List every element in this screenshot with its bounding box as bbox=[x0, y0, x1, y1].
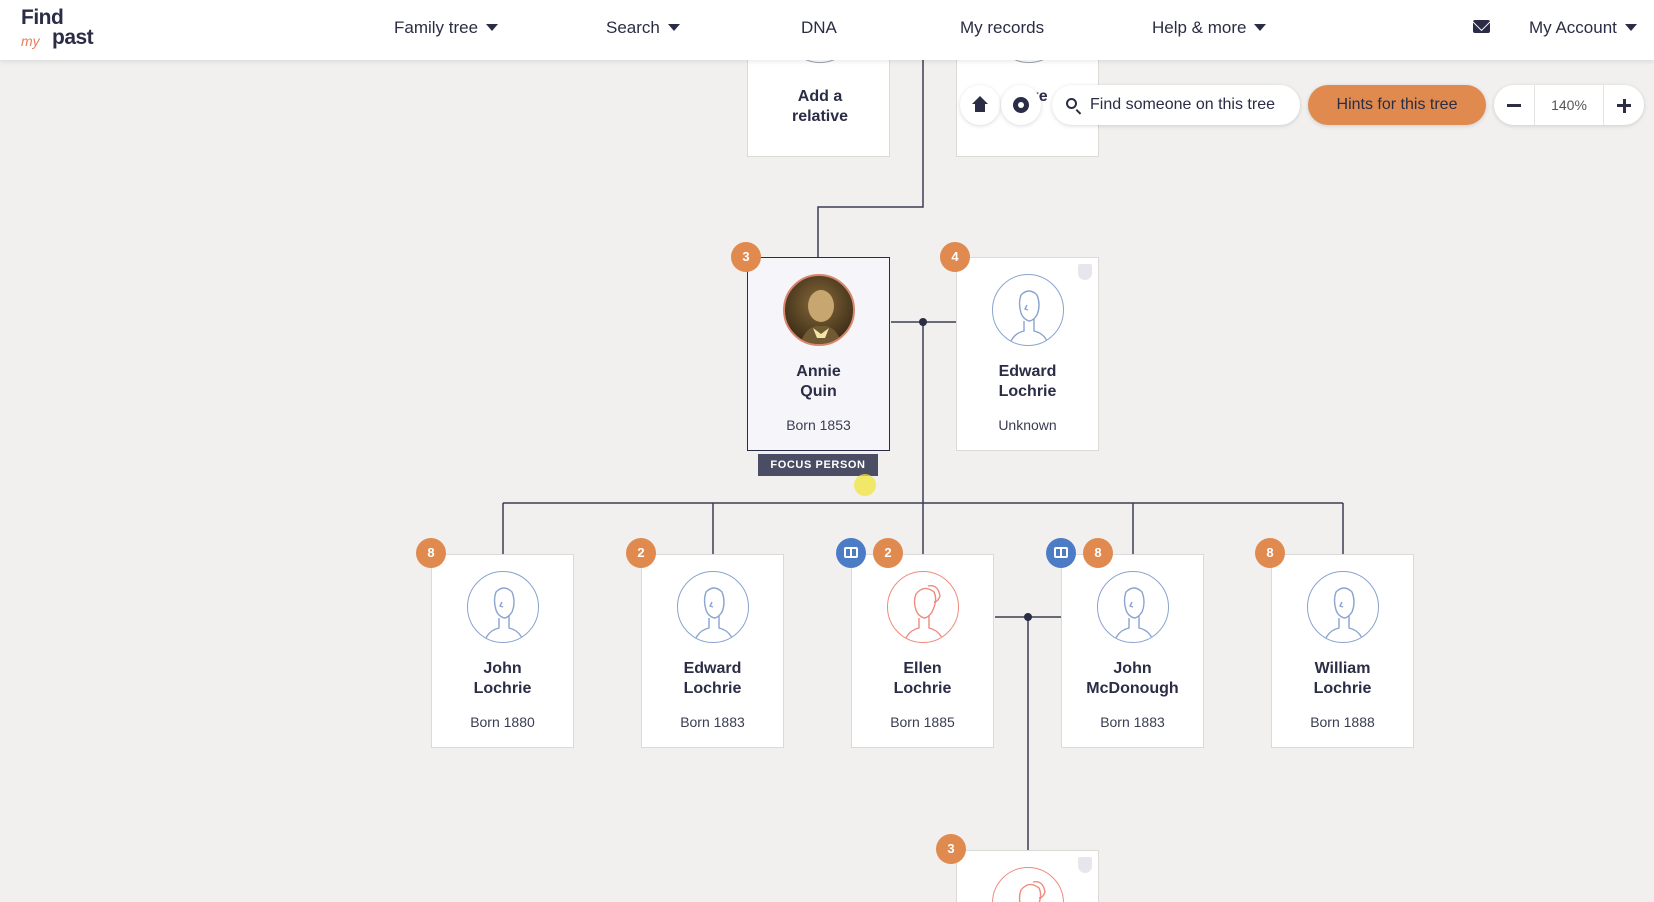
home-icon bbox=[972, 96, 988, 112]
top-navigation-bar: Find my past Family tree Search DNA My r… bbox=[0, 0, 1654, 60]
nav-dna[interactable]: DNA bbox=[801, 18, 837, 38]
person-card-child[interactable]: Ellen Lochrie Born 1885 bbox=[851, 554, 994, 748]
nav-my-account[interactable]: My Account bbox=[1529, 18, 1637, 38]
mouse-cursor-highlight bbox=[854, 474, 876, 496]
findmypast-logo[interactable]: Find my past bbox=[21, 6, 111, 52]
nav-search[interactable]: Search bbox=[606, 18, 680, 38]
hint-count-badge[interactable]: 2 bbox=[873, 538, 903, 568]
record-book-icon[interactable] bbox=[1046, 538, 1076, 568]
hint-count-badge[interactable]: 3 bbox=[731, 242, 761, 272]
zoom-out-button[interactable] bbox=[1494, 85, 1534, 125]
nav-help-more[interactable]: Help & more bbox=[1152, 18, 1267, 38]
caret-down-icon bbox=[1254, 24, 1267, 32]
add-relative-card[interactable]: Add a relative bbox=[747, 60, 890, 157]
hint-count-badge[interactable]: 8 bbox=[416, 538, 446, 568]
person-card-spouse[interactable]: Edward Lochrie Unknown bbox=[956, 257, 1099, 451]
person-card-focus[interactable]: Annie Quin Born 1853 bbox=[747, 257, 890, 451]
home-button[interactable] bbox=[960, 85, 1000, 125]
nav-family-tree[interactable]: Family tree bbox=[394, 18, 499, 38]
settings-button[interactable] bbox=[1001, 85, 1041, 125]
caret-down-icon bbox=[1624, 24, 1637, 32]
shield-icon bbox=[1078, 264, 1092, 280]
male-avatar-icon bbox=[467, 571, 539, 643]
person-card-child[interactable]: John Lochrie Born 1880 bbox=[431, 554, 574, 748]
shield-icon bbox=[1078, 857, 1092, 873]
hints-for-tree-button[interactable]: Hints for this tree bbox=[1308, 85, 1486, 125]
zoom-control: 140% bbox=[1494, 85, 1644, 125]
mail-icon[interactable] bbox=[1473, 20, 1490, 33]
male-avatar-icon bbox=[1307, 571, 1379, 643]
person-card-child-spouse[interactable]: John McDonough Born 1883 bbox=[1061, 554, 1204, 748]
hint-count-badge[interactable]: 4 bbox=[940, 242, 970, 272]
male-avatar-icon bbox=[992, 274, 1064, 346]
person-photo bbox=[783, 274, 855, 346]
search-icon bbox=[1066, 98, 1077, 109]
focus-person-label: FOCUS PERSON bbox=[758, 454, 878, 476]
nav-my-records[interactable]: My records bbox=[960, 18, 1044, 38]
person-card-grandchild[interactable] bbox=[956, 850, 1099, 902]
tree-search-input[interactable]: Find someone on this tree bbox=[1052, 85, 1300, 125]
hint-count-badge[interactable]: 8 bbox=[1255, 538, 1285, 568]
record-book-icon[interactable] bbox=[836, 538, 866, 568]
caret-down-icon bbox=[667, 24, 680, 32]
person-card-child[interactable]: Edward Lochrie Born 1883 bbox=[641, 554, 784, 748]
hint-count-badge[interactable]: 2 bbox=[626, 538, 656, 568]
zoom-level: 140% bbox=[1534, 85, 1604, 125]
tree-connector-lines bbox=[502, 60, 1344, 850]
female-avatar-icon bbox=[887, 571, 959, 643]
female-avatar-icon bbox=[992, 867, 1064, 902]
male-avatar-icon bbox=[677, 571, 749, 643]
hint-count-badge[interactable]: 8 bbox=[1083, 538, 1113, 568]
male-avatar-icon bbox=[1097, 571, 1169, 643]
tree-canvas[interactable]: Add a relative a ive Annie Quin Born 185… bbox=[0, 60, 1654, 902]
hint-count-badge[interactable]: 3 bbox=[936, 834, 966, 864]
person-card-child[interactable]: William Lochrie Born 1888 bbox=[1271, 554, 1414, 748]
zoom-in-button[interactable] bbox=[1604, 85, 1644, 125]
gear-icon bbox=[1013, 97, 1029, 113]
caret-down-icon bbox=[486, 24, 499, 32]
